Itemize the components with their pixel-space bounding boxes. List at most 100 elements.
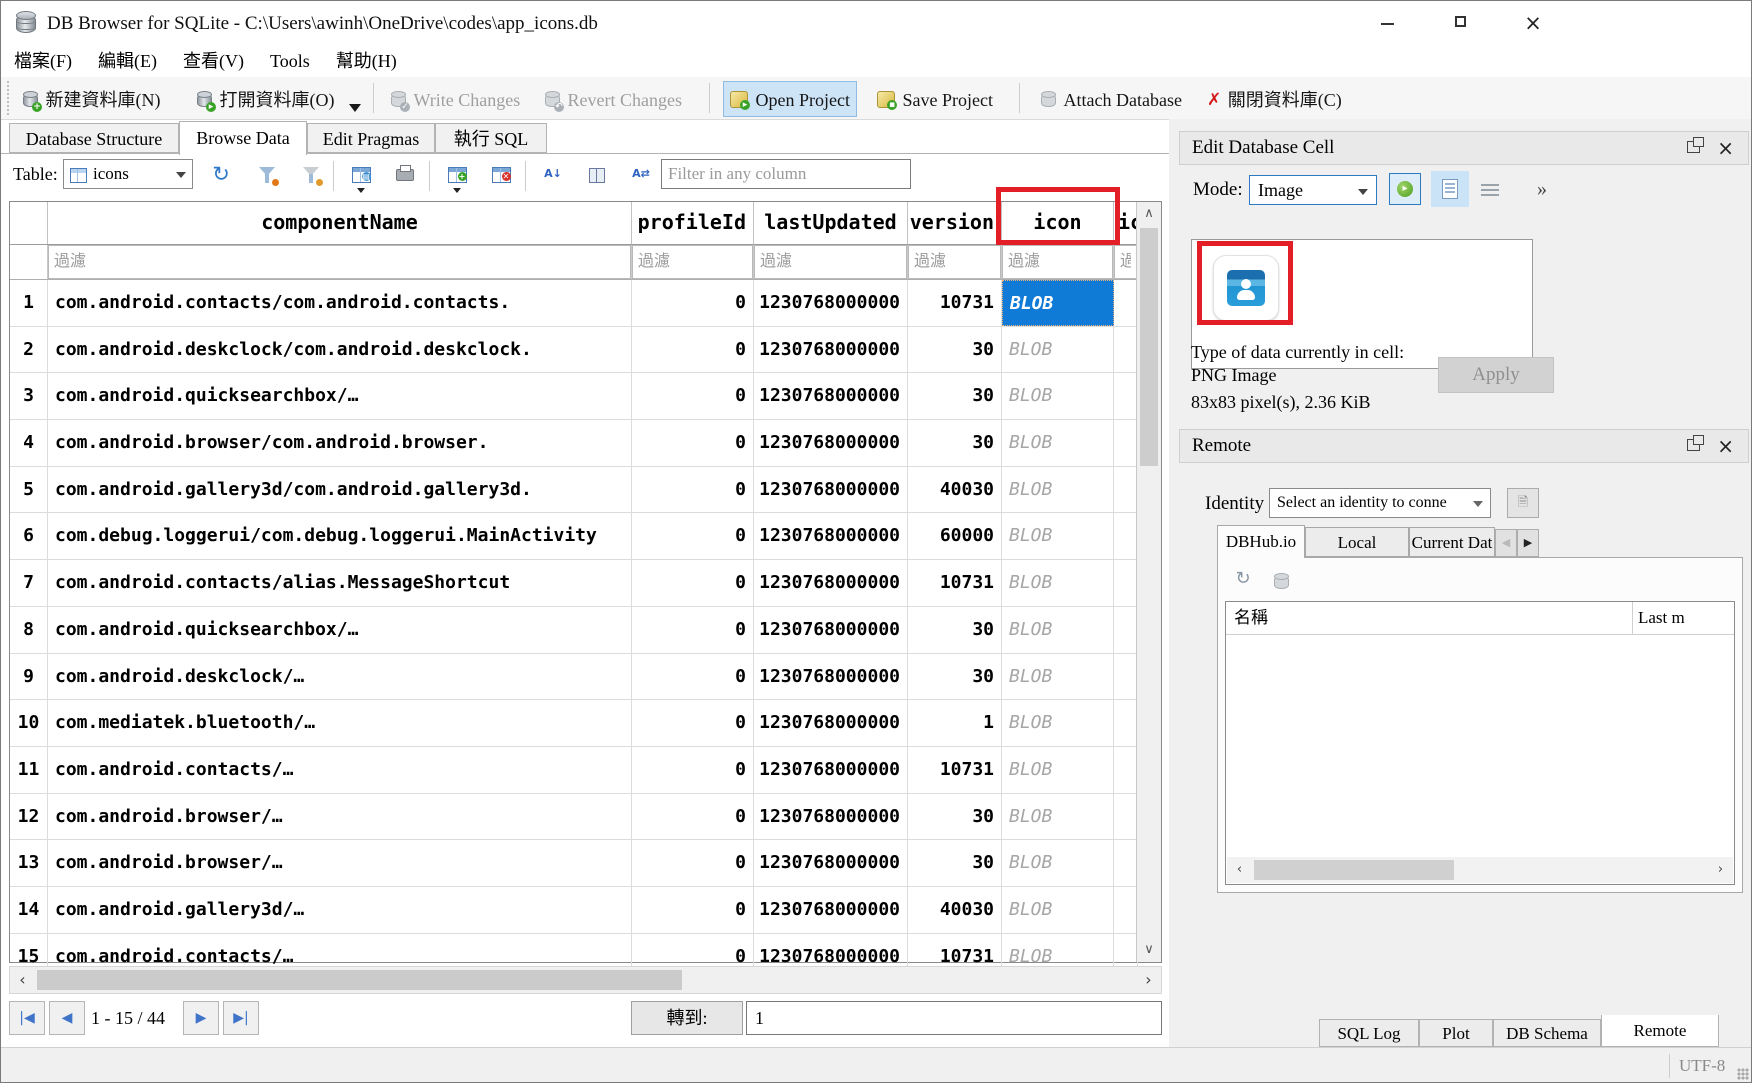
menu-item-0[interactable]: 檔案(F)	[1, 46, 85, 77]
cell-partial[interactable]	[1114, 607, 1138, 653]
tab-database-structure[interactable]: Database Structure	[9, 123, 179, 153]
cell-profileId[interactable]: 0	[632, 327, 754, 373]
row-number[interactable]: 4	[10, 420, 48, 466]
cell-lastUpdated[interactable]: 1230768000000	[754, 373, 908, 419]
cell-profileId[interactable]: 0	[632, 794, 754, 840]
insert-record-button[interactable]: +	[441, 159, 473, 191]
remote-clone-db-button[interactable]	[1269, 565, 1297, 593]
cell-partial[interactable]	[1114, 887, 1138, 933]
cell-version[interactable]: 60000	[908, 513, 1002, 559]
horizontal-scrollbar[interactable]: ‹ ›	[9, 966, 1162, 994]
cell-lastUpdated[interactable]: 1230768000000	[754, 607, 908, 653]
maximize-button[interactable]	[1438, 8, 1482, 39]
cell-version[interactable]: 1	[908, 700, 1002, 746]
cell-version[interactable]: 30	[908, 420, 1002, 466]
cell-icon-blob[interactable]: BLOB	[1002, 747, 1114, 793]
dock-tab-db-schema[interactable]: DB Schema	[1493, 1019, 1601, 1047]
row-number[interactable]: 14	[10, 887, 48, 933]
cell-icon-blob[interactable]: BLOB	[1002, 513, 1114, 559]
cell-profileId[interactable]: 0	[632, 700, 754, 746]
cell-partial[interactable]	[1114, 794, 1138, 840]
row-number[interactable]: 5	[10, 467, 48, 513]
cell-version[interactable]: 30	[908, 373, 1002, 419]
next-record-button[interactable]: ▶	[183, 1001, 219, 1035]
revert-changes-button[interactable]: ↶ Revert Changes	[539, 81, 688, 115]
word-wrap-icon[interactable]	[1481, 184, 1499, 196]
cell-profileId[interactable]: 0	[632, 373, 754, 419]
close-database-button[interactable]: ✗ 關閉資料庫(C)	[1201, 81, 1348, 115]
column-filter-input[interactable]	[908, 245, 1001, 279]
float-panel-icon[interactable]	[1687, 439, 1700, 451]
cell-icon-blob[interactable]: BLOB	[1002, 887, 1114, 933]
cell-partial[interactable]	[1114, 840, 1138, 886]
cell-version[interactable]: 10731	[908, 280, 1002, 326]
open-in-app-button[interactable]	[581, 159, 613, 191]
row-number[interactable]: 8	[10, 607, 48, 653]
cell-version[interactable]: 30	[908, 840, 1002, 886]
open-database-dropdown-icon[interactable]	[349, 104, 361, 112]
scroll-down-icon[interactable]: ∨	[1137, 938, 1161, 962]
cell-lastUpdated[interactable]: 1230768000000	[754, 327, 908, 373]
row-number[interactable]: 10	[10, 700, 48, 746]
cell-profileId[interactable]: 0	[632, 607, 754, 653]
column-header-version[interactable]: version	[908, 202, 1002, 244]
cell-partial[interactable]	[1114, 747, 1138, 793]
column-header-icon[interactable]: icon	[1002, 202, 1114, 244]
column-header-profileId[interactable]: profileId	[632, 202, 754, 244]
cell-version[interactable]: 10731	[908, 747, 1002, 793]
cell-componentName[interactable]: com.android.deskclock/com.android.deskcl…	[48, 327, 632, 373]
scroll-left-icon[interactable]: ‹	[10, 967, 35, 993]
goto-button[interactable]: 轉到:	[631, 1001, 743, 1035]
column-filter-input[interactable]	[632, 245, 753, 279]
cell-partial[interactable]	[1114, 280, 1138, 326]
column-header-componentName[interactable]: componentName	[48, 202, 632, 244]
delete-record-button[interactable]: ✕	[485, 159, 517, 191]
remote-list-header-name[interactable]: 名稱	[1226, 608, 1268, 627]
new-database-button[interactable]: + 新建資料庫(N)	[17, 81, 167, 115]
cell-componentName[interactable]: com.android.gallery3d/com.android.galler…	[48, 467, 632, 513]
filter-any-column-input[interactable]	[661, 159, 911, 189]
dock-tab-sql-log[interactable]: SQL Log	[1319, 1019, 1419, 1047]
row-number[interactable]: 3	[10, 373, 48, 419]
cell-lastUpdated[interactable]: 1230768000000	[754, 513, 908, 559]
cell-version[interactable]: 30	[908, 794, 1002, 840]
cell-componentName[interactable]: com.android.browser/…	[48, 840, 632, 886]
cell-profileId[interactable]: 0	[632, 747, 754, 793]
toolbar-overflow-chevron[interactable]: »	[1537, 173, 1547, 205]
cell-profileId[interactable]: 0	[632, 887, 754, 933]
cell-profileId[interactable]: 0	[632, 467, 754, 513]
cell-icon-blob[interactable]: BLOB	[1002, 794, 1114, 840]
cell-icon-blob[interactable]: BLOB	[1002, 373, 1114, 419]
remote-tab-dbhub-io[interactable]: DBHub.io	[1217, 525, 1305, 558]
find-replace-button[interactable]: A⇄	[625, 159, 657, 191]
encoding-indicator[interactable]: UTF-8	[1679, 1048, 1725, 1083]
vertical-scrollbar-thumb[interactable]	[1140, 228, 1158, 466]
remote-list-hscroll-thumb[interactable]	[1254, 860, 1454, 880]
scroll-right-icon[interactable]: ›	[1136, 967, 1161, 993]
remote-list-header-lastmodified[interactable]: Last m	[1638, 602, 1685, 633]
cell-version[interactable]: 10731	[908, 560, 1002, 606]
remote-refresh-button[interactable]: ↻	[1229, 565, 1257, 593]
cell-icon-blob[interactable]: BLOB	[1002, 700, 1114, 746]
cell-partial[interactable]	[1114, 700, 1138, 746]
cell-componentName[interactable]: com.android.gallery3d/…	[48, 887, 632, 933]
cell-profileId[interactable]: 0	[632, 420, 754, 466]
previous-record-button[interactable]: ◀	[49, 1001, 85, 1035]
cell-partial[interactable]	[1114, 560, 1138, 606]
mode-selector[interactable]: Image	[1249, 175, 1377, 205]
minimize-button[interactable]	[1365, 8, 1409, 39]
cell-componentName[interactable]: com.debug.loggerui/com.debug.loggerui.Ma…	[48, 513, 632, 559]
write-changes-button[interactable]: ✓ Write Changes	[385, 81, 526, 115]
cell-lastUpdated[interactable]: 1230768000000	[754, 467, 908, 513]
menu-item-1[interactable]: 編輯(E)	[85, 46, 170, 77]
cell-componentName[interactable]: com.android.contacts/alias.MessageShortc…	[48, 560, 632, 606]
close-button[interactable]: ×	[1511, 8, 1555, 39]
row-number[interactable]: 1	[10, 280, 48, 326]
cell-lastUpdated[interactable]: 1230768000000	[754, 700, 908, 746]
cell-profileId[interactable]: 0	[632, 560, 754, 606]
cell-profileId[interactable]: 0	[632, 513, 754, 559]
dock-tab-remote[interactable]: Remote	[1601, 1015, 1719, 1047]
scroll-right-icon[interactable]: ›	[1708, 857, 1733, 883]
row-number[interactable]: 13	[10, 840, 48, 886]
cell-icon-blob[interactable]: BLOB	[1002, 840, 1114, 886]
